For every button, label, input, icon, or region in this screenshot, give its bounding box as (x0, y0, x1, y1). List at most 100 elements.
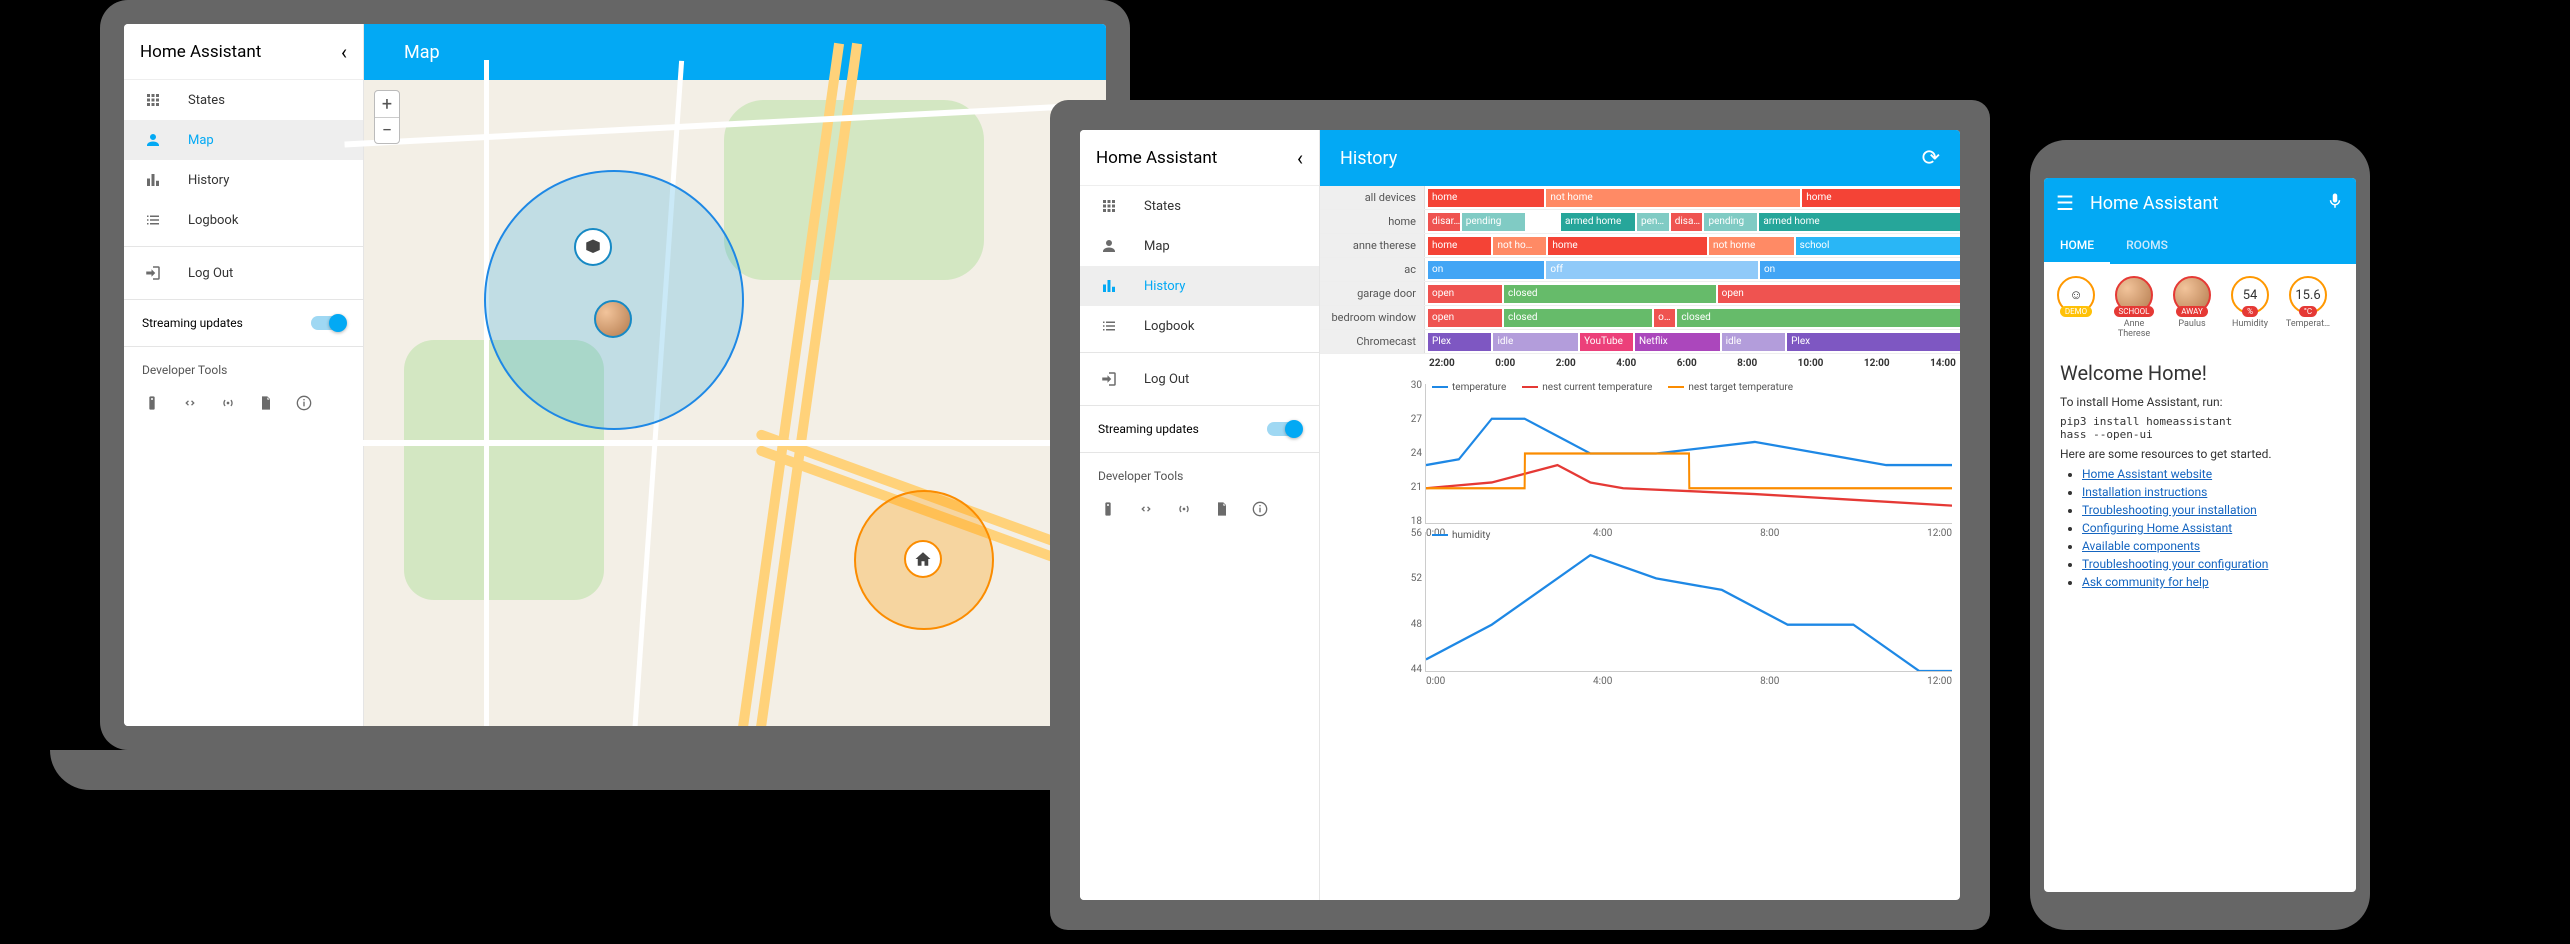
map-canvas[interactable]: + − (364, 80, 1106, 726)
history-row-bar[interactable]: PlexidleYouTubeNetflixidlePlex (1425, 330, 1960, 353)
state-chip[interactable]: AWAY Paulus (2168, 276, 2216, 339)
history-row-bar[interactable]: homenot ho…homenot homeschool (1425, 234, 1960, 257)
chip-badge: DEMO (2060, 306, 2092, 317)
history-segment: armed home (1561, 213, 1635, 231)
map-pin-package-icon[interactable] (574, 228, 612, 266)
remote-icon[interactable] (142, 393, 162, 413)
streaming-label: Streaming updates (1098, 422, 1199, 436)
file-icon[interactable] (256, 393, 276, 413)
remote-icon[interactable] (1098, 499, 1118, 519)
history-segment: home (1802, 189, 1960, 207)
sidebar-item-label: Map (188, 133, 214, 148)
menu-icon[interactable]: ☰ (2056, 191, 2074, 215)
tablet-screen: Home Assistant ‹ States Map HistoryLogbook… (1080, 130, 1960, 900)
history-row-bar[interactable]: disar…pendingarmed homepen…disa…pendinga… (1425, 210, 1960, 233)
history-row-bar[interactable]: openclosedo…closed (1425, 306, 1960, 329)
resource-link[interactable]: Troubleshooting your configuration (2082, 557, 2268, 571)
tablet-appbar: History ⟳ (1320, 130, 1960, 186)
tab-home[interactable]: HOME (2044, 228, 2110, 264)
sidebar-item-states[interactable]: States (1080, 186, 1319, 226)
history-segment: school (1796, 237, 1960, 255)
sidebar-item-history[interactable]: History (1080, 266, 1319, 306)
history-segment: open (1428, 309, 1502, 327)
zoom-in-button[interactable]: + (375, 91, 399, 117)
state-chip[interactable]: 54%Humidity (2226, 276, 2274, 339)
state-chip[interactable]: SCHOOLAnne Therese (2110, 276, 2158, 339)
time-tick: 4:00 (1616, 358, 1636, 376)
devtools-label: Developer Tools (124, 353, 363, 383)
file-icon[interactable] (1212, 499, 1232, 519)
chip-label: Temperat… (2286, 319, 2330, 329)
tab-rooms[interactable]: ROOMS (2110, 228, 2184, 264)
sidebar-item-states[interactable]: States (124, 80, 363, 120)
state-chip[interactable]: 15.6°CTemperat… (2284, 276, 2332, 339)
resource-link[interactable]: Configuring Home Assistant (2082, 521, 2232, 535)
sidebar-item-history[interactable]: History (124, 160, 363, 200)
sidebar-item-label: Log Out (188, 266, 233, 281)
history-segment: closed (1504, 285, 1716, 303)
person-icon (1098, 235, 1120, 257)
history-segment: home (1428, 237, 1491, 255)
history-segment: disar… (1428, 213, 1460, 231)
history-row-bar[interactable]: openclosedopen (1425, 282, 1960, 305)
chart-1: humidity565248440:004:008:0012:00 (1425, 532, 1952, 672)
streaming-toggle[interactable] (1267, 422, 1301, 436)
sidebar-item-label: Map (1144, 239, 1170, 254)
map-pin-user-avatar[interactable] (594, 300, 632, 338)
sidebar-item-map[interactable]: Map (1080, 226, 1319, 266)
info-icon[interactable] (294, 393, 314, 413)
laptop-frame: Home Assistant ‹ StatesMapHistoryLogbook… (100, 0, 1130, 750)
resource-link-item: Ask community for help (2082, 575, 2340, 589)
sidebar-item-label: History (188, 173, 229, 188)
sidebar-item-log-out[interactable]: Log Out (1080, 359, 1319, 399)
history-row-bar[interactable]: homenot homehome (1425, 186, 1960, 209)
history-segment: on (1760, 261, 1960, 279)
time-tick: 10:00 (1798, 358, 1824, 376)
sidebar-item-map[interactable]: Map (124, 120, 363, 160)
laptop-appbar: Map (364, 24, 1106, 80)
history-row-label: ac (1320, 258, 1425, 281)
time-tick: 0:00 (1495, 358, 1515, 376)
history-row-bar[interactable]: onoffon (1425, 258, 1960, 281)
history-segment: pending (1704, 213, 1757, 231)
history-segment: home (1428, 189, 1544, 207)
streaming-toggle-row: Streaming updates (124, 306, 363, 340)
radio-tower-icon[interactable] (1174, 499, 1194, 519)
streaming-toggle[interactable] (311, 316, 345, 330)
resource-link[interactable]: Installation instructions (2082, 485, 2207, 499)
history-segment: Plex (1787, 333, 1960, 351)
sidebar-item-log-out[interactable]: Log Out (124, 253, 363, 293)
phone-frame: ☰ Home Assistant HOMEROOMS ☺DEMOSCHOOLAn… (2030, 140, 2370, 930)
info-icon[interactable] (1250, 499, 1270, 519)
code-icon[interactable] (180, 393, 200, 413)
history-segment: not ho… (1493, 237, 1546, 255)
chevron-left-icon[interactable]: ‹ (341, 40, 347, 64)
refresh-icon[interactable]: ⟳ (1922, 146, 1940, 171)
history-segment: off (1546, 261, 1758, 279)
sidebar-item-logbook[interactable]: Logbook (1080, 306, 1319, 346)
devtools-label: Developer Tools (1080, 459, 1319, 489)
resource-link[interactable]: Available components (2082, 539, 2200, 553)
sidebar-item-logbook[interactable]: Logbook (124, 200, 363, 240)
map-pin-home-icon[interactable] (904, 540, 942, 578)
history-segment: YouTube (1580, 333, 1633, 351)
resource-link[interactable]: Home Assistant website (2082, 467, 2212, 481)
chip-badge: AWAY (2176, 306, 2208, 317)
state-chip[interactable]: ☺DEMO (2052, 276, 2100, 339)
mic-icon[interactable] (2326, 191, 2344, 215)
code-icon[interactable] (1136, 499, 1156, 519)
sidebar-header: Home Assistant ‹ (124, 24, 363, 80)
history-segment: o… (1654, 309, 1675, 327)
radio-tower-icon[interactable] (218, 393, 238, 413)
exit-icon (1098, 368, 1120, 390)
time-tick: 2:00 (1556, 358, 1576, 376)
resource-link[interactable]: Ask community for help (2082, 575, 2209, 589)
resource-link[interactable]: Troubleshooting your installation (2082, 503, 2257, 517)
chevron-left-icon[interactable]: ‹ (1297, 146, 1303, 170)
exit-icon (142, 262, 164, 284)
zoom-out-button[interactable]: − (375, 117, 399, 143)
app-name: Home Assistant (1096, 148, 1217, 168)
history-row: ChromecastPlexidleYouTubeNetflixidlePlex (1320, 330, 1960, 354)
chip-label: Paulus (2178, 319, 2205, 329)
history-row-label: bedroom window (1320, 306, 1425, 329)
